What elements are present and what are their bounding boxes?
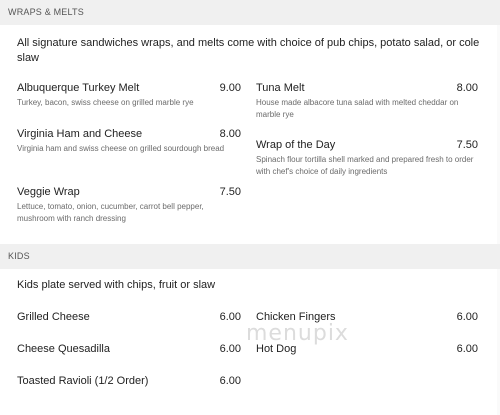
- item-name: Albuquerque Turkey Melt: [17, 82, 140, 94]
- section-note: All signature sandwiches wraps, and melt…: [17, 37, 480, 64]
- item-price: 6.00: [456, 343, 478, 355]
- menu-item: Grilled Cheese 6.00: [17, 311, 241, 323]
- section-title: WRAPS & MELTS: [8, 7, 84, 17]
- menu-item: Wrap of the Day 7.50 Spinach flour torti…: [256, 139, 478, 178]
- menu-item: Cheese Quesadilla 6.00: [17, 343, 241, 355]
- item-price: 6.00: [219, 375, 241, 387]
- item-description: Lettuce, tomato, onion, cucumber, carrot…: [17, 202, 204, 223]
- watermark-logo: menupix: [246, 321, 349, 346]
- item-price: 9.00: [219, 82, 241, 94]
- section-header-wraps: WRAPS & MELTS: [0, 0, 500, 25]
- menu-item: Tuna Melt 8.00 House made albacore tuna …: [256, 82, 478, 121]
- item-price: 7.50: [456, 139, 478, 151]
- menu-item: Albuquerque Turkey Melt 9.00 Turkey, bac…: [17, 82, 241, 109]
- item-name: Cheese Quesadilla: [17, 343, 110, 355]
- section-note: Kids plate served with chips, fruit or s…: [17, 279, 216, 291]
- item-price: 6.00: [219, 343, 241, 355]
- item-description: House made albacore tuna salad with melt…: [256, 98, 459, 119]
- item-name: Wrap of the Day: [256, 139, 336, 151]
- item-name: Tuna Melt: [256, 82, 305, 94]
- item-price: 8.00: [219, 128, 241, 140]
- menu-item: Virginia Ham and Cheese 8.00 Virginia ha…: [17, 128, 241, 155]
- item-name: Grilled Cheese: [17, 311, 90, 323]
- item-price: 6.00: [219, 311, 241, 323]
- menu-item: Toasted Ravioli (1/2 Order) 6.00: [17, 375, 241, 387]
- menu-item: Veggie Wrap 7.50 Lettuce, tomato, onion,…: [17, 186, 241, 225]
- item-name: Virginia Ham and Cheese: [17, 128, 143, 140]
- section-title: KIDS: [8, 251, 30, 261]
- item-price: 8.00: [456, 82, 478, 94]
- item-description: Spinach flour tortilla shell marked and …: [256, 155, 474, 176]
- item-name: Toasted Ravioli (1/2 Order): [17, 375, 149, 387]
- item-price: 6.00: [456, 311, 478, 323]
- item-description: Turkey, bacon, swiss cheese on grilled m…: [17, 98, 194, 107]
- item-price: 7.50: [219, 186, 241, 198]
- item-name: Veggie Wrap: [17, 186, 80, 198]
- item-description: Virginia ham and swiss cheese on grilled…: [17, 144, 225, 153]
- section-header-kids: KIDS: [0, 244, 500, 269]
